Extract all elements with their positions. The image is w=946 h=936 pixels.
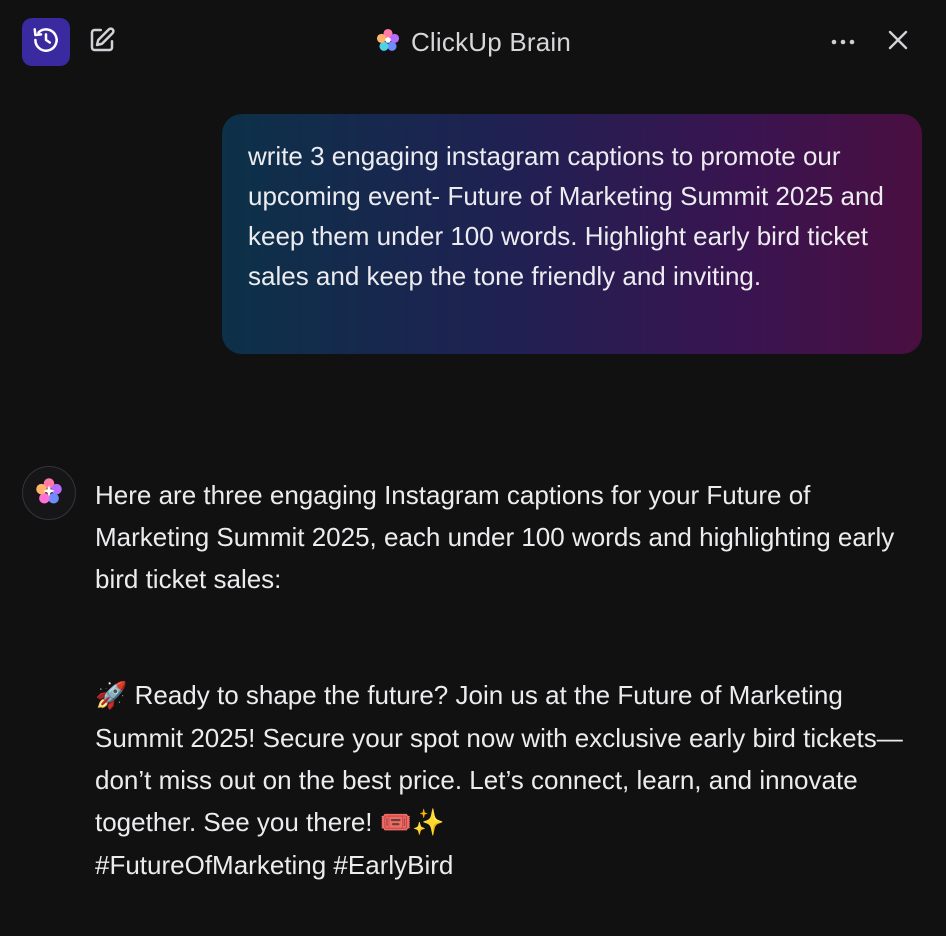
more-options-button[interactable] [824,24,862,60]
panel-header: ClickUp Brain [0,0,946,86]
new-chat-button[interactable] [84,24,120,60]
header-title-group: ClickUp Brain [0,24,946,60]
assistant-avatar [22,466,76,520]
close-icon [887,29,909,56]
caption-1: 🚀 Ready to shape the future? Join us at … [95,674,915,886]
history-button[interactable] [22,18,70,66]
compose-icon [87,25,117,60]
caption-1-hashtags: #FutureOfMarketing #EarlyBird [95,850,454,880]
history-clock-icon [31,25,61,60]
user-message-text: write 3 engaging instagram captions to p… [248,141,884,291]
page-title: ClickUp Brain [410,26,572,57]
assistant-intro-text: Here are three engaging Instagram captio… [95,480,895,594]
brain-avatar-icon [34,476,64,511]
rocket-icon: 🚀 [95,681,128,711]
ticket-sparkles-icon: 🎟️✨ [379,808,445,838]
more-dots-icon [830,33,856,51]
caption-1-text: Ready to shape the future? Join us at th… [95,680,903,837]
assistant-message: Here are three engaging Instagram captio… [95,474,915,886]
clickup-brain-logo-icon [375,27,401,58]
user-message-bubble: write 3 engaging instagram captions to p… [222,114,922,354]
close-button[interactable] [878,24,918,60]
